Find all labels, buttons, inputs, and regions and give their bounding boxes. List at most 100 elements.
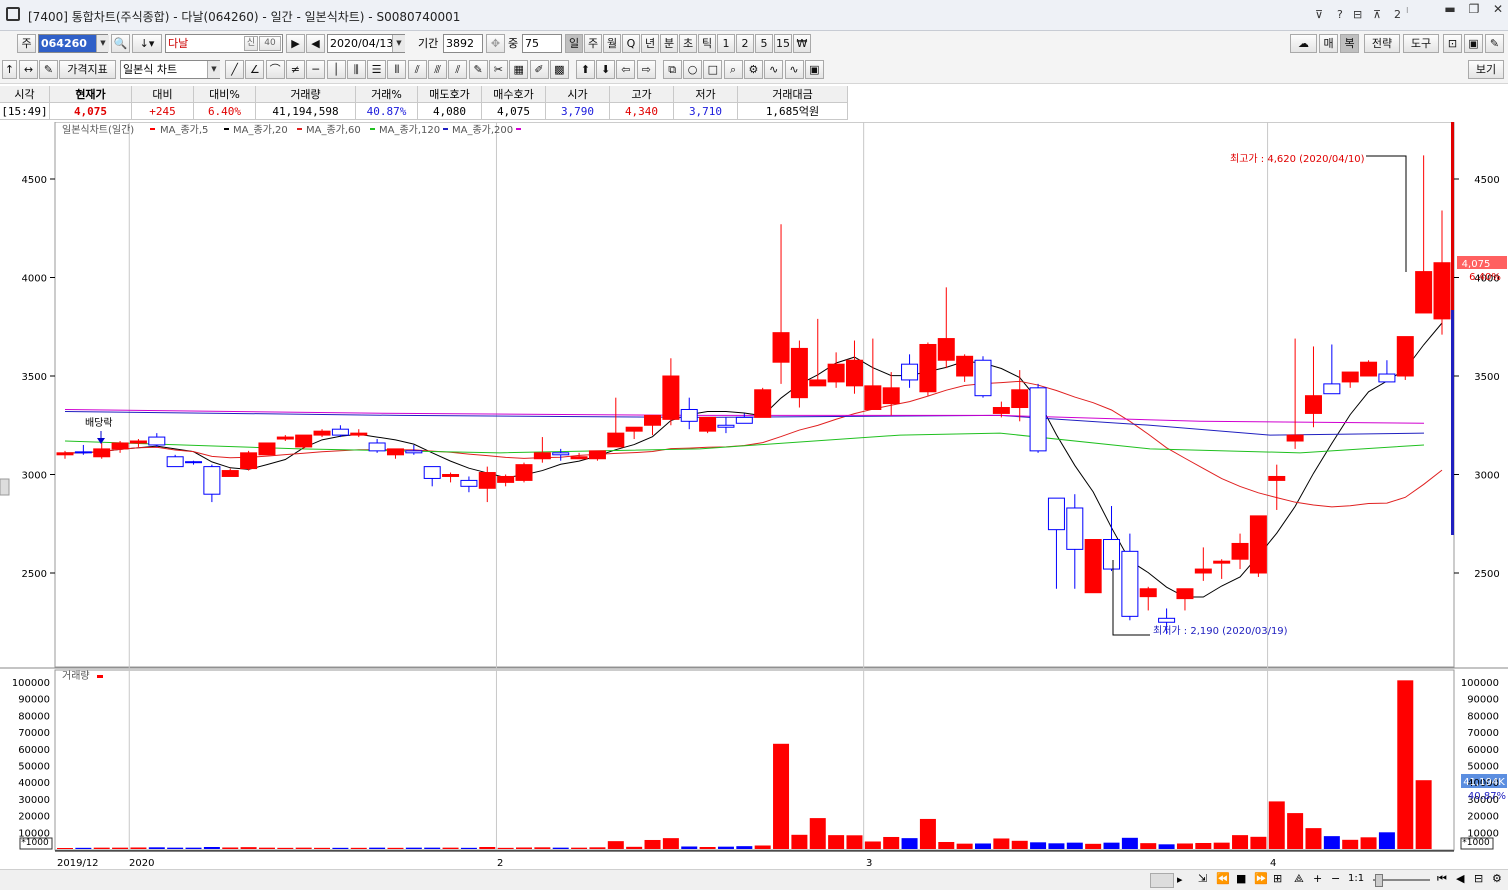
- arrow-right-icon[interactable]: ⇨: [636, 60, 656, 79]
- interval-button-7[interactable]: 틱: [698, 34, 716, 53]
- interval-button-3[interactable]: Q: [622, 34, 640, 53]
- stop-icon[interactable]: ■: [1236, 872, 1246, 885]
- chart-background: [0, 122, 1508, 889]
- buy-button[interactable]: 매: [1319, 34, 1338, 53]
- indicator-button[interactable]: 가격지표: [59, 60, 116, 79]
- layout-icon[interactable]: ⊟: [1353, 8, 1362, 21]
- angle-line-icon[interactable]: ∠: [245, 60, 265, 79]
- interval-button-6[interactable]: 초: [679, 34, 697, 53]
- search-icon[interactable]: 🔍: [111, 34, 130, 53]
- price-legend: 일본식차트(일간): [62, 124, 134, 136]
- vertical-line-icon[interactable]: │: [326, 60, 346, 79]
- scroll-right-icon[interactable]: ▸: [1177, 873, 1183, 886]
- rectangle-icon[interactable]: □: [703, 60, 723, 79]
- magic-icon[interactable]: ⚙: [743, 60, 763, 79]
- volume-bar: [1103, 842, 1120, 849]
- stock-chart[interactable]: 2500 25003000 30003500 35004000 40004500 4500…: [0, 122, 1508, 889]
- interval-button-2[interactable]: 월: [603, 34, 621, 53]
- period-input[interactable]: 3892: [443, 34, 483, 53]
- type-button[interactable]: 주: [17, 34, 36, 53]
- interval-button-8[interactable]: 1: [717, 34, 735, 53]
- candle-body: [515, 464, 533, 481]
- gann-grid-icon[interactable]: ⫴: [387, 60, 407, 79]
- candle-body: [937, 338, 955, 361]
- interval-button-1[interactable]: 주: [584, 34, 602, 53]
- zoom-slider-handle[interactable]: [1375, 874, 1383, 887]
- zoom-out-icon[interactable]: −: [1331, 872, 1340, 885]
- fill-icon[interactable]: ▩: [549, 60, 569, 79]
- wrench-icon[interactable]: ✎: [1485, 34, 1504, 53]
- image-icon[interactable]: ▣: [804, 60, 824, 79]
- save-icon[interactable]: ▣: [1464, 34, 1483, 53]
- pattern-icon[interactable]: ⟁: [1294, 872, 1304, 886]
- forward-icon[interactable]: ⏩: [1254, 872, 1268, 885]
- wave-icon[interactable]: ∿: [764, 60, 784, 79]
- prev-page-icon[interactable]: ◀: [1456, 872, 1464, 885]
- color-icon[interactable]: ▦: [509, 60, 529, 79]
- candle-body: [442, 474, 460, 477]
- fib-level-icon[interactable]: ☰: [367, 60, 387, 79]
- arrow-up-icon[interactable]: ⬆: [575, 60, 595, 79]
- fib-fan-icon[interactable]: ≠: [285, 60, 305, 79]
- zoom-in-icon[interactable]: +: [1313, 872, 1322, 885]
- tools-button[interactable]: 도구: [1403, 34, 1439, 53]
- strategy-button[interactable]: 전략: [1364, 34, 1400, 53]
- chart-type-dropdown-icon[interactable]: ▼: [207, 61, 220, 78]
- interval-button-0[interactable]: 일: [565, 34, 583, 53]
- up-arrow-icon[interactable]: ↑: [2, 60, 17, 79]
- count-input[interactable]: 75: [522, 34, 562, 53]
- settings-icon[interactable]: ⁝: [1406, 6, 1409, 15]
- arrow-left-icon[interactable]: ⇦: [616, 60, 636, 79]
- fit-icon[interactable]: ⊞: [1273, 872, 1282, 885]
- channel-icon[interactable]: ⫽: [407, 60, 427, 79]
- arrow-down-icon[interactable]: ⬇: [596, 60, 616, 79]
- compound-button[interactable]: 복: [1340, 34, 1359, 53]
- interval-button-11[interactable]: 15: [774, 34, 792, 53]
- first-icon[interactable]: ⏮: [1437, 872, 1447, 886]
- help-icon[interactable]: ?: [1337, 8, 1343, 21]
- interval-button-4[interactable]: 년: [641, 34, 659, 53]
- minimize-icon[interactable]: ▬: [1437, 2, 1463, 16]
- next-icon[interactable]: ▶: [286, 34, 305, 53]
- pin-icon[interactable]: ⊽: [1315, 8, 1323, 21]
- pen-icon[interactable]: ✎: [468, 60, 488, 79]
- scroll-thumb[interactable]: [1150, 873, 1174, 888]
- horizontal-line-icon[interactable]: ─: [306, 60, 326, 79]
- save-image-icon[interactable]: ⊟: [1474, 872, 1483, 885]
- settings-icon[interactable]: ⚙: [1492, 872, 1502, 885]
- volume-tick-label-right: 20000: [1467, 812, 1499, 823]
- edit-icon[interactable]: ✎: [39, 60, 58, 79]
- parallel-icon[interactable]: ⫻: [428, 60, 447, 79]
- interval-button-10[interactable]: 5: [755, 34, 773, 53]
- circle-icon[interactable]: ○: [683, 60, 702, 79]
- fib-time-icon[interactable]: ⫼: [346, 60, 366, 79]
- sort-dropdown-icon[interactable]: ↓▾: [132, 34, 162, 53]
- marker-icon[interactable]: ✐: [529, 60, 549, 79]
- trend-line-icon[interactable]: ╱: [225, 60, 244, 79]
- copy-icon[interactable]: ⧉: [662, 60, 682, 79]
- close-icon[interactable]: ✕: [1485, 2, 1508, 16]
- prev-icon[interactable]: ◀: [306, 34, 325, 53]
- number-icon[interactable]: 2: [1394, 8, 1401, 21]
- cycle-icon[interactable]: ∿: [784, 60, 804, 79]
- date-dropdown-icon[interactable]: ▼: [392, 35, 405, 52]
- volume-bar: [314, 847, 331, 849]
- pitchfork-icon[interactable]: ⫽: [448, 60, 468, 79]
- arc-icon[interactable]: ⌒: [265, 60, 285, 79]
- code-dropdown-icon[interactable]: ▼: [96, 35, 109, 52]
- zoom-icon[interactable]: ⌕: [723, 60, 743, 79]
- interval-button-5[interactable]: 분: [660, 34, 678, 53]
- view-button[interactable]: 보기: [1468, 60, 1504, 79]
- expand-icon[interactable]: ↔: [19, 60, 38, 79]
- cloud-icon[interactable]: ☁: [1290, 34, 1317, 53]
- tile-icon[interactable]: ⊼: [1373, 8, 1381, 21]
- interval-button-9[interactable]: 2: [736, 34, 754, 53]
- open-icon[interactable]: ⊡: [1443, 34, 1462, 53]
- chart-type-select[interactable]: 일본식 차트: [120, 60, 220, 79]
- shrink-icon[interactable]: ⇲: [1198, 872, 1207, 885]
- rewind-icon[interactable]: ⏪: [1216, 872, 1230, 885]
- restore-icon[interactable]: ❐: [1461, 2, 1487, 16]
- interval-button-12[interactable]: ₩: [793, 34, 811, 53]
- eraser-icon[interactable]: ✂: [488, 60, 508, 79]
- move-icon[interactable]: ✥: [486, 34, 505, 53]
